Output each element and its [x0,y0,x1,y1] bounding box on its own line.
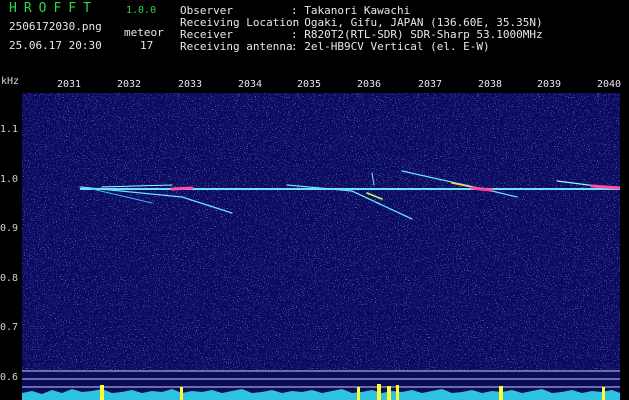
y-tick-label: 0.8 [0,273,19,284]
x-tick-label: 2039 [537,79,562,90]
x-tick-label: 2040 [597,79,622,90]
antenna-value: : 2el-HB9CV Vertical (el. E-W) [291,40,490,53]
x-tick-label: 2034 [238,79,263,90]
spectrogram [22,93,620,400]
app-version: 1.0.0 [126,5,157,16]
x-tick-label: 2031 [57,79,82,90]
y-axis-unit: kHz [1,76,20,87]
meteor-count: 17 [140,39,154,52]
datetime: 25.06.17 20:30 [9,39,102,52]
header-panel: HROFFT 1.0.0 2506172030.png 25.06.17 20:… [0,0,629,76]
antenna-label: Receiving antenna [180,40,293,53]
filename: 2506172030.png [9,20,102,33]
y-tick-label: 1.1 [0,124,19,135]
app-logo: HROFFT [9,1,98,16]
x-tick-label: 2038 [478,79,503,90]
y-tick-label: 0.7 [0,322,19,333]
x-tick-label: 2032 [117,79,142,90]
x-tick-label: 2037 [418,79,443,90]
y-tick-label: 0.6 [0,372,19,383]
x-tick-label: 2033 [178,79,203,90]
x-tick-label: 2036 [357,79,382,90]
meteor-label: meteor [124,26,164,39]
x-tick-label: 2035 [297,79,322,90]
y-tick-label: 0.9 [0,223,19,234]
y-tick-label: 1.0 [0,174,19,185]
spectrogram-noise [22,93,620,371]
